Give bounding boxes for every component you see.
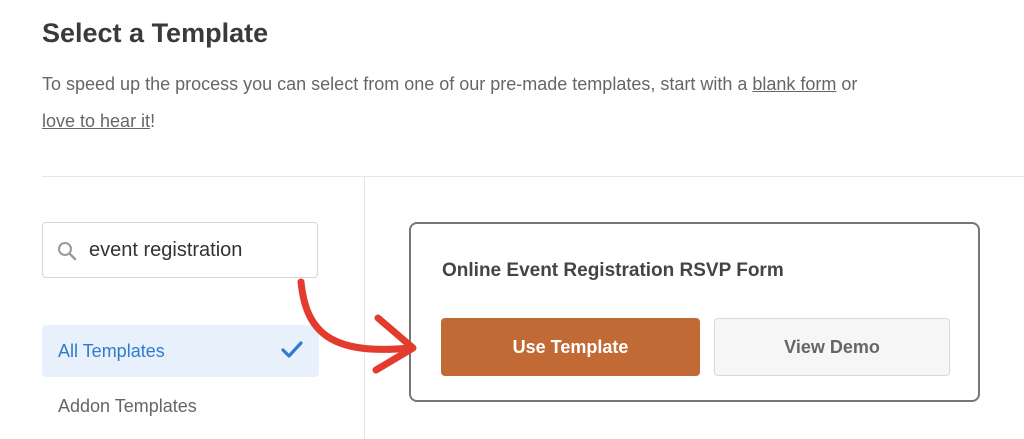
- search-input[interactable]: [89, 223, 309, 277]
- checkmark-icon: [281, 341, 303, 358]
- sidebar-item-all-templates[interactable]: All Templates: [42, 325, 319, 377]
- page-title: Select a Template: [42, 18, 269, 48]
- template-card: Online Event Registration RSVP Form Use …: [409, 222, 980, 402]
- description-suffix: !: [150, 111, 156, 131]
- love-to-hear-it-link[interactable]: love to hear it: [42, 111, 150, 131]
- template-title: Online Event Registration RSVP Form: [442, 260, 784, 281]
- view-demo-button[interactable]: View Demo: [714, 318, 950, 376]
- page-description: To speed up the process you can select f…: [42, 66, 1024, 140]
- sidebar-item-label: All Templates: [58, 341, 165, 361]
- template-search[interactable]: [42, 222, 318, 278]
- search-icon: [58, 242, 77, 261]
- sidebar-item-addon-templates[interactable]: Addon Templates: [58, 396, 197, 417]
- blank-form-link[interactable]: blank form: [752, 74, 836, 94]
- description-prefix: To speed up the process you can select f…: [42, 74, 753, 94]
- header-divider: [42, 176, 1024, 177]
- use-template-button[interactable]: Use Template: [441, 318, 700, 376]
- description-middle: or: [836, 74, 858, 94]
- sidebar-divider: [364, 177, 365, 439]
